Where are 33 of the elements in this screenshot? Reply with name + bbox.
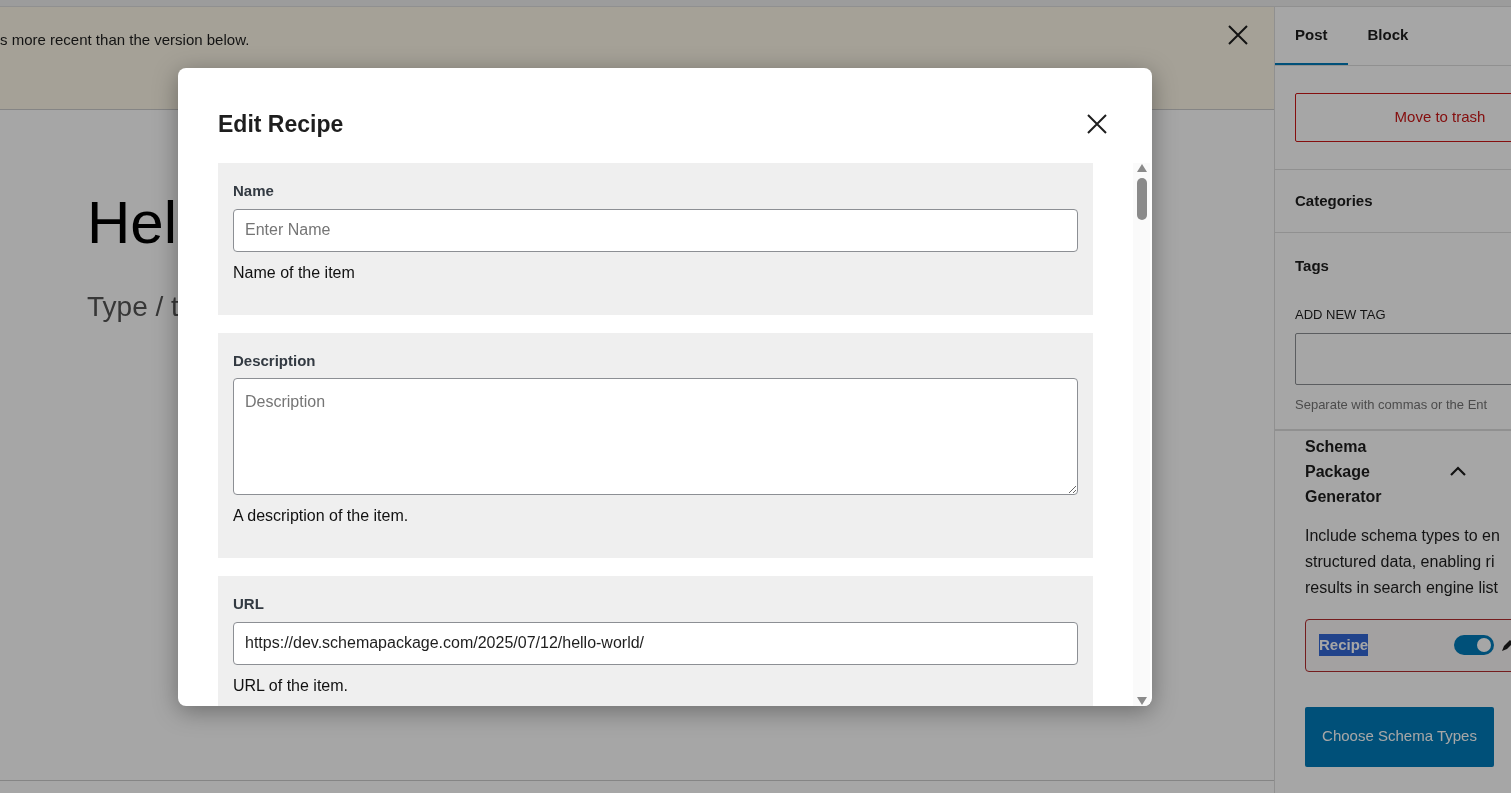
paragraph-placeholder[interactable]: Type / t — [87, 286, 179, 328]
post-title: Hel — [87, 188, 178, 258]
scrollbar-thumb[interactable] — [1136, 178, 1147, 220]
pencil-icon[interactable] — [1500, 637, 1511, 653]
close-icon[interactable] — [1086, 112, 1108, 135]
toggle-switch[interactable] — [1454, 635, 1495, 655]
field-label: Name — [233, 181, 275, 201]
text-field[interactable]: https://dev.schemapackage.com/2025/07/12/hello-world/ — [233, 621, 1078, 665]
sidebar-tab[interactable]: Block — [1347, 7, 1429, 65]
modal-title: Edit Recipe — [218, 110, 344, 140]
field-help: A description of the item. — [233, 506, 410, 526]
field-help: Name of the item — [233, 262, 356, 283]
text-area[interactable]: Description — [233, 378, 1078, 495]
scroll-up-icon[interactable] — [1136, 164, 1147, 172]
close-icon[interactable] — [1226, 23, 1250, 47]
notice-text: s more recent than the version below. — [0, 30, 250, 50]
panel-title[interactable]: Tags — [1295, 255, 1491, 278]
field-label: URL — [233, 594, 265, 614]
panel-description: Include schema types to en structured data, enabling ri results in search engine list — [1305, 525, 1501, 598]
scroll-down-icon[interactable] — [1136, 697, 1147, 705]
panel-title[interactable]: Schema Package Generator — [1305, 433, 1395, 509]
field-label: Description — [233, 350, 317, 371]
panel-title[interactable]: Categories — [1295, 189, 1373, 213]
trash-button[interactable]: Move to trash — [1295, 93, 1511, 142]
help-text: Separate with commas or the Ent — [1295, 396, 1489, 414]
field-help: URL of the item. — [233, 675, 349, 696]
tag-field[interactable] — [1295, 333, 1511, 385]
choose-schema-button[interactable]: Choose Schema Types — [1305, 706, 1494, 767]
chevron-up-icon[interactable] — [1449, 465, 1467, 477]
sidebar-tab[interactable]: Post — [1275, 7, 1348, 65]
text-field[interactable]: Enter Name — [233, 208, 1078, 252]
field-label: ADD NEW TAG — [1295, 305, 1387, 324]
schema-type-label: Recipe — [1319, 633, 1369, 657]
